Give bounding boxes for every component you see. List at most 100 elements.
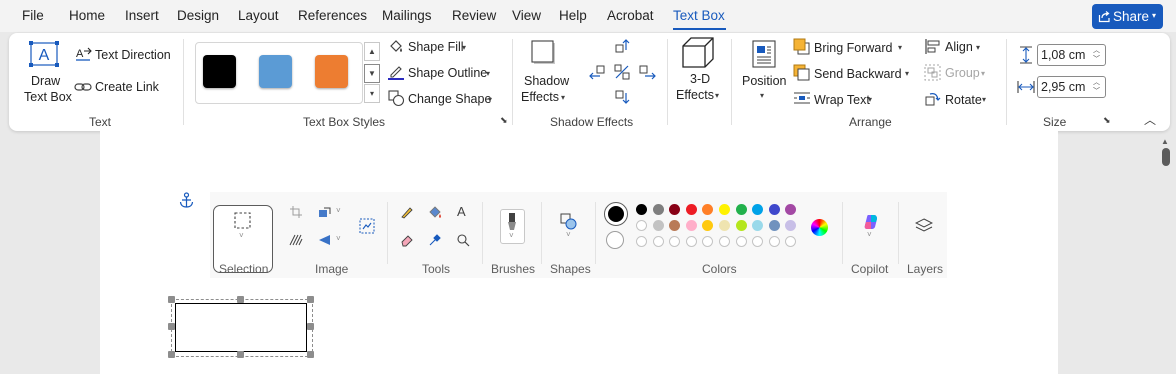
palette-color-swatch[interactable]	[735, 236, 747, 247]
palette-color-swatch[interactable]	[735, 204, 747, 215]
palette-color-swatch[interactable]	[636, 204, 647, 215]
resize-handle[interactable]	[237, 351, 244, 358]
palette-color-swatch[interactable]	[669, 236, 681, 247]
brushes-button[interactable]: ˅	[500, 209, 525, 244]
palette-color-swatch[interactable]	[652, 236, 664, 247]
shape-height-input[interactable]: 1,08 cm ︿ ﹀	[1037, 44, 1106, 66]
menu-text-box[interactable]: Text Box	[673, 8, 725, 23]
palette-color-swatch[interactable]	[785, 236, 797, 247]
palette-color-swatch[interactable]	[685, 220, 697, 231]
pencil-icon[interactable]	[400, 205, 414, 219]
flip-icon[interactable]	[318, 234, 332, 246]
menu-view[interactable]: View	[512, 8, 541, 23]
palette-color-swatch[interactable]	[768, 220, 780, 231]
chevron-down-icon[interactable]: ˅	[336, 234, 341, 243]
gallery-scroll-down-button[interactable]: ▼	[364, 64, 380, 83]
copilot-icon[interactable]	[862, 213, 880, 231]
gallery-scroll-up-button[interactable]: ▲	[364, 42, 380, 61]
text-tool-icon[interactable]: A	[457, 204, 466, 219]
chevron-down-icon[interactable]: ▾	[898, 43, 902, 52]
menu-layout[interactable]: Layout	[238, 8, 279, 23]
layers-icon[interactable]	[915, 218, 933, 234]
style-swatch-blue[interactable]	[259, 55, 292, 88]
resize-handle[interactable]	[168, 351, 175, 358]
menu-mailings[interactable]: Mailings	[382, 8, 432, 23]
shadow-on-off-icon[interactable]	[614, 64, 630, 80]
palette-color-swatch[interactable]	[685, 204, 697, 215]
fill-icon[interactable]	[428, 205, 442, 219]
palette-color-swatch[interactable]	[768, 236, 780, 247]
palette-color-swatch[interactable]	[785, 220, 797, 231]
dialog-launcher-icon[interactable]: ⬊	[1103, 115, 1111, 126]
primary-color-button[interactable]	[604, 202, 628, 226]
palette-color-swatch[interactable]	[752, 220, 764, 231]
resize-handle[interactable]	[307, 323, 314, 330]
share-chevron-icon[interactable]: ▾	[1152, 11, 1156, 20]
style-swatch-orange[interactable]	[315, 55, 348, 88]
palette-color-swatch[interactable]	[752, 204, 764, 215]
palette-color-swatch[interactable]	[735, 220, 747, 231]
palette-color-swatch[interactable]	[785, 204, 797, 215]
resize-handle[interactable]	[307, 351, 314, 358]
palette-color-swatch[interactable]	[652, 220, 664, 231]
palette-color-swatch[interactable]	[669, 204, 681, 215]
palette-color-swatch[interactable]	[652, 204, 664, 215]
chevron-down-icon[interactable]: ˅	[566, 230, 571, 239]
palette-color-swatch[interactable]	[636, 220, 647, 231]
menu-home[interactable]: Home	[69, 8, 105, 23]
image-select-icon[interactable]	[359, 218, 375, 234]
palette-color-swatch[interactable]	[685, 236, 697, 247]
menu-references[interactable]: References	[298, 8, 367, 23]
spin-down-icon[interactable]: ﹀	[1093, 86, 1100, 96]
palette-color-swatch[interactable]	[702, 204, 714, 215]
menu-design[interactable]: Design	[177, 8, 219, 23]
background-remove-icon[interactable]	[289, 234, 303, 246]
palette-color-swatch[interactable]	[719, 236, 730, 247]
text-box-styles-group-label: Text Box Styles	[303, 115, 386, 129]
resize-handle[interactable]	[307, 296, 314, 303]
menu-insert[interactable]: Insert	[125, 8, 159, 23]
edit-colors-icon[interactable]	[811, 219, 828, 236]
vertical-scrollbar-thumb[interactable]	[1162, 148, 1170, 166]
secondary-color-button[interactable]	[606, 231, 624, 249]
chevron-down-icon[interactable]: ˅	[867, 230, 872, 239]
eraser-icon[interactable]	[400, 233, 414, 247]
shapes-icon[interactable]	[560, 213, 577, 230]
palette-color-swatch[interactable]	[702, 236, 714, 247]
share-button[interactable]: Share ▾	[1092, 4, 1163, 29]
palette-color-swatch[interactable]	[669, 220, 681, 231]
nudge-shadow-down-icon[interactable]	[614, 89, 630, 105]
magnifier-icon[interactable]	[456, 233, 470, 247]
menu-help[interactable]: Help	[559, 8, 587, 23]
palette-color-swatch[interactable]	[752, 236, 764, 247]
palette-color-swatch[interactable]	[719, 220, 730, 231]
palette-color-swatch[interactable]	[702, 220, 714, 231]
collapse-ribbon-icon[interactable]: ︿	[1144, 111, 1156, 128]
chevron-down-icon[interactable]: ˅	[336, 206, 341, 215]
resize-handle[interactable]	[168, 323, 175, 330]
nudge-shadow-right-icon[interactable]	[639, 64, 657, 80]
menu-file[interactable]: File	[22, 8, 44, 23]
palette-color-swatch[interactable]	[768, 204, 780, 215]
dialog-launcher-icon[interactable]: ⬊	[500, 115, 508, 126]
section-divider	[541, 202, 542, 264]
group-divider	[667, 39, 668, 125]
style-swatch-black[interactable]	[203, 55, 236, 88]
resize-handle[interactable]	[237, 296, 244, 303]
crop-icon[interactable]	[290, 206, 302, 218]
menu-review[interactable]: Review	[452, 8, 496, 23]
nudge-shadow-left-icon[interactable]	[588, 64, 606, 80]
palette-color-swatch[interactable]	[719, 204, 730, 215]
text-box-shape[interactable]	[175, 303, 307, 352]
resize-icon[interactable]	[318, 206, 332, 218]
spin-down-icon[interactable]: ﹀	[1093, 54, 1100, 64]
menu-acrobat[interactable]: Acrobat	[607, 8, 654, 23]
palette-color-swatch[interactable]	[636, 236, 647, 247]
gallery-more-button[interactable]: ▾	[364, 84, 380, 103]
color-picker-icon[interactable]	[428, 233, 442, 247]
shape-width-input[interactable]: 2,95 cm ︿ ﹀	[1037, 76, 1106, 98]
chevron-down-icon[interactable]: ▾	[905, 69, 909, 78]
resize-handle[interactable]	[168, 296, 175, 303]
nudge-shadow-up-icon[interactable]	[614, 38, 630, 54]
scroll-up-icon[interactable]: ▲	[1161, 137, 1169, 146]
